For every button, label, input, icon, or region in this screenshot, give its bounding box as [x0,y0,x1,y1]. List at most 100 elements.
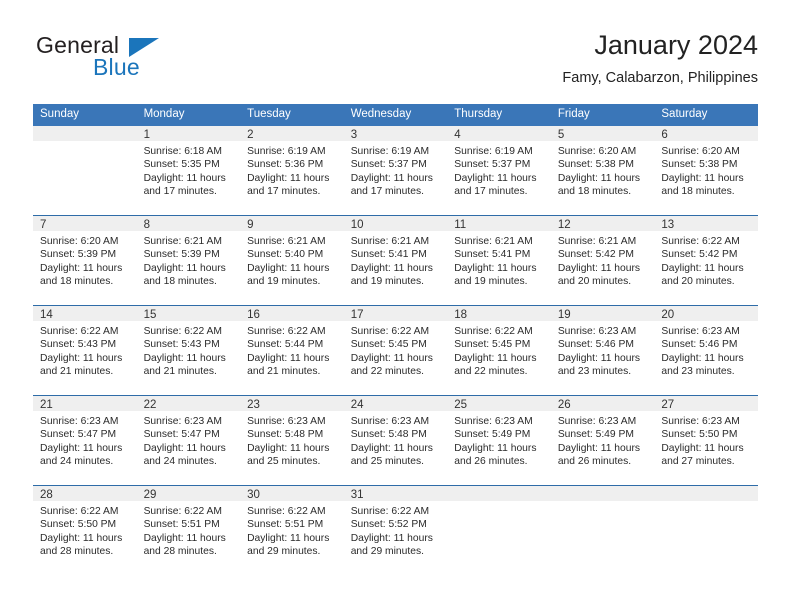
day-details: Sunrise: 6:22 AM Sunset: 5:42 PM Daylight:… [654,231,758,289]
day-details: Sunrise: 6:20 AM Sunset: 5:38 PM Daylight:… [551,141,655,199]
calendar-day-cell[interactable]: 30 Sunrise: 6:22 AM Sunset: 5:51 PM Dayligh… [240,485,344,575]
sunset-text: Sunset: 5:42 PM [661,249,738,261]
day-details: Sunrise: 6:23 AM Sunset: 5:47 PM Daylight:… [33,411,137,469]
sunrise-text: Sunrise: 6:22 AM [350,326,430,337]
calendar-day-cell[interactable]: 22 Sunrise: 6:23 AM Sunset: 5:47 PM Dayligh… [136,395,241,486]
day-details [447,501,551,505]
calendar-day-cell[interactable]: 29 Sunrise: 6:22 AM Sunset: 5:51 PM Dayligh… [136,485,241,575]
day-cell-inner: 28 Sunrise: 6:22 AM Sunset: 5:50 PM Dayligh… [33,486,137,575]
day-details: Sunrise: 6:18 AM Sunset: 5:35 PM Daylight:… [137,141,241,199]
calendar-day-cell[interactable]: 19 Sunrise: 6:23 AM Sunset: 5:46 PM Dayligh… [550,305,655,396]
calendar-day-cell[interactable]: 17 Sunrise: 6:22 AM Sunset: 5:45 PM Dayligh… [343,305,448,396]
sunset-text: Sunset: 5:37 PM [454,159,531,171]
calendar-day-cell[interactable]: 5 Sunrise: 6:20 AM Sunset: 5:38 PM Daylight… [550,126,655,216]
day-cell-inner: 21 Sunrise: 6:23 AM Sunset: 5:47 PM Dayligh… [33,396,137,485]
sunset-text: Sunset: 5:39 PM [143,249,220,261]
daylight-text: Daylight: 11 hours and 20 minutes. [557,262,641,288]
calendar-empty-cell [33,126,137,216]
day-number: 1 [136,126,241,141]
sunrise-text: Sunrise: 6:23 AM [557,326,637,337]
page-header: General Blue January 2024 Famy, Calabarz… [33,28,758,94]
calendar-day-cell[interactable]: 10 Sunrise: 6:21 AM Sunset: 5:41 PM Dayligh… [343,215,448,306]
day-details: Sunrise: 6:23 AM Sunset: 5:49 PM Daylight:… [551,411,655,469]
calendar-day-cell[interactable]: 24 Sunrise: 6:23 AM Sunset: 5:48 PM Dayligh… [343,395,448,486]
day-details: Sunrise: 6:21 AM Sunset: 5:42 PM Daylight:… [551,231,655,289]
calendar-day-cell[interactable]: 3 Sunrise: 6:19 AM Sunset: 5:37 PM Daylight… [343,126,448,216]
daylight-text: Daylight: 11 hours and 21 minutes. [143,352,226,378]
sunset-text: Sunset: 5:41 PM [454,249,531,261]
day-details: Sunrise: 6:22 AM Sunset: 5:50 PM Daylight:… [33,501,137,559]
day-number: 11 [447,216,551,231]
title-block: January 2024 Famy, Calabarzon, Philippin… [562,28,758,89]
daylight-text: Daylight: 11 hours and 21 minutes. [40,352,123,378]
sunset-text: Sunset: 5:41 PM [350,249,427,261]
sunset-text: Sunset: 5:47 PM [40,429,117,441]
sunrise-text: Sunrise: 6:22 AM [247,326,326,337]
daylight-text: Daylight: 11 hours and 26 minutes. [454,442,537,468]
calendar-day-cell[interactable]: 1 Sunrise: 6:18 AM Sunset: 5:35 PM Daylight… [136,126,241,216]
calendar-day-cell[interactable]: 15 Sunrise: 6:22 AM Sunset: 5:43 PM Dayligh… [136,305,241,396]
daylight-text: Daylight: 11 hours and 21 minutes. [247,352,330,378]
sunrise-text: Sunrise: 6:21 AM [247,236,326,247]
sunrise-text: Sunrise: 6:18 AM [143,146,222,157]
day-number: 30 [240,486,344,501]
day-number: 23 [240,396,344,411]
calendar-day-cell[interactable]: 2 Sunrise: 6:19 AM Sunset: 5:36 PM Daylight… [240,126,344,216]
calendar-week-row: 21 Sunrise: 6:23 AM Sunset: 5:47 PM Dayligh… [33,395,758,486]
sunrise-text: Sunrise: 6:23 AM [661,326,740,337]
day-cell-inner: 27 Sunrise: 6:23 AM Sunset: 5:50 PM Dayligh… [654,396,758,485]
day-cell-inner: 7 Sunrise: 6:20 AM Sunset: 5:39 PM Daylight… [33,216,137,305]
daylight-text: Daylight: 11 hours and 25 minutes. [350,442,433,468]
calendar-day-cell[interactable]: 26 Sunrise: 6:23 AM Sunset: 5:49 PM Dayligh… [550,395,655,486]
weekday-header-thursday: Thursday [447,104,551,126]
day-cell-inner: 14 Sunrise: 6:22 AM Sunset: 5:43 PM Dayligh… [33,306,137,395]
calendar-day-cell[interactable]: 14 Sunrise: 6:22 AM Sunset: 5:43 PM Dayligh… [33,305,137,396]
calendar-day-cell[interactable]: 23 Sunrise: 6:23 AM Sunset: 5:48 PM Dayligh… [240,395,344,486]
daylight-text: Daylight: 11 hours and 19 minutes. [350,262,433,288]
sunrise-text: Sunrise: 6:21 AM [143,236,222,247]
calendar-day-cell[interactable]: 28 Sunrise: 6:22 AM Sunset: 5:50 PM Dayligh… [33,485,137,575]
calendar-day-cell[interactable]: 11 Sunrise: 6:21 AM Sunset: 5:41 PM Dayligh… [447,215,551,306]
sunrise-text: Sunrise: 6:20 AM [557,146,637,157]
day-cell-inner: 4 Sunrise: 6:19 AM Sunset: 5:37 PM Daylight… [447,126,551,215]
calendar-day-cell[interactable]: 27 Sunrise: 6:23 AM Sunset: 5:50 PM Dayligh… [654,395,758,486]
sunrise-text: Sunrise: 6:23 AM [40,416,119,427]
day-cell-inner: 11 Sunrise: 6:21 AM Sunset: 5:41 PM Dayligh… [447,216,551,305]
day-details: Sunrise: 6:21 AM Sunset: 5:41 PM Daylight:… [447,231,551,289]
calendar-day-cell[interactable]: 21 Sunrise: 6:23 AM Sunset: 5:47 PM Dayligh… [33,395,137,486]
sunset-text: Sunset: 5:44 PM [247,339,324,351]
calendar-day-cell[interactable]: 20 Sunrise: 6:23 AM Sunset: 5:46 PM Dayligh… [654,305,758,396]
day-number: 18 [447,306,551,321]
day-number: 14 [33,306,137,321]
day-number: 22 [136,396,241,411]
calendar-day-cell[interactable]: 18 Sunrise: 6:22 AM Sunset: 5:45 PM Dayligh… [447,305,551,396]
calendar-day-cell[interactable]: 6 Sunrise: 6:20 AM Sunset: 5:38 PM Daylight… [654,126,758,216]
calendar-day-cell[interactable]: 16 Sunrise: 6:22 AM Sunset: 5:44 PM Dayligh… [240,305,344,396]
calendar-day-cell[interactable]: 13 Sunrise: 6:22 AM Sunset: 5:42 PM Dayligh… [654,215,758,306]
day-number: 2 [240,126,344,141]
calendar-day-cell[interactable]: 31 Sunrise: 6:22 AM Sunset: 5:52 PM Dayligh… [343,485,448,575]
calendar-day-cell[interactable]: 12 Sunrise: 6:21 AM Sunset: 5:42 PM Dayligh… [550,215,655,306]
day-details: Sunrise: 6:22 AM Sunset: 5:45 PM Daylight:… [447,321,551,379]
day-number: 5 [550,126,655,141]
day-cell-inner: 23 Sunrise: 6:23 AM Sunset: 5:48 PM Dayligh… [240,396,344,485]
calendar-week-row: 7 Sunrise: 6:20 AM Sunset: 5:39 PM Daylight… [33,215,758,306]
general-blue-logo[interactable]: General Blue [33,32,253,88]
calendar-day-cell[interactable]: 4 Sunrise: 6:19 AM Sunset: 5:37 PM Daylight… [447,126,551,216]
sunrise-text: Sunrise: 6:23 AM [454,416,533,427]
calendar-day-cell[interactable]: 8 Sunrise: 6:21 AM Sunset: 5:39 PM Daylight… [136,215,241,306]
sunrise-text: Sunrise: 6:19 AM [350,146,430,157]
day-number: 13 [654,216,758,231]
day-cell-inner: 5 Sunrise: 6:20 AM Sunset: 5:38 PM Daylight… [550,126,655,215]
sunrise-text: Sunrise: 6:22 AM [143,326,222,337]
day-number: 8 [136,216,241,231]
day-cell-inner [654,486,758,575]
day-number [654,486,758,501]
calendar-empty-cell [654,485,758,575]
calendar-day-cell[interactable]: 9 Sunrise: 6:21 AM Sunset: 5:40 PM Daylight… [240,215,344,306]
day-details: Sunrise: 6:23 AM Sunset: 5:46 PM Daylight:… [654,321,758,379]
daylight-text: Daylight: 11 hours and 18 minutes. [143,262,226,288]
calendar-day-cell[interactable]: 7 Sunrise: 6:20 AM Sunset: 5:39 PM Daylight… [33,215,137,306]
calendar-day-cell[interactable]: 25 Sunrise: 6:23 AM Sunset: 5:49 PM Dayligh… [447,395,551,486]
daylight-text: Daylight: 11 hours and 24 minutes. [40,442,123,468]
